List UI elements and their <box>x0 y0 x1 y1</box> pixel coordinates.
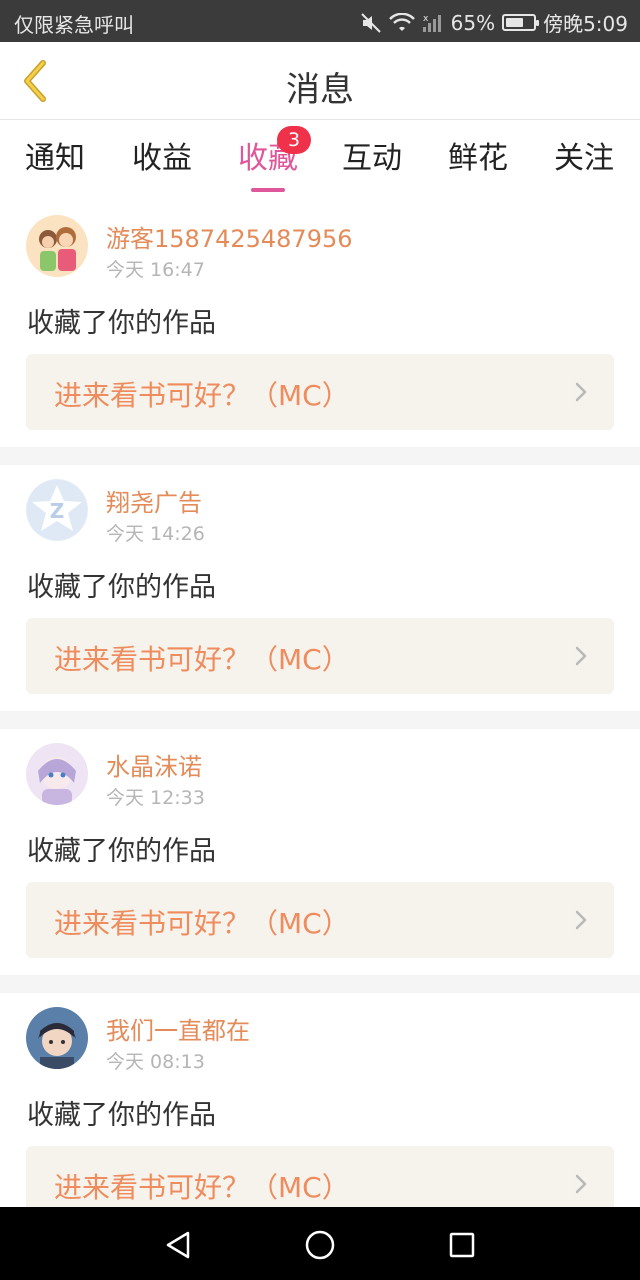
work-link[interactable]: 进来看书可好？（MC） <box>26 882 614 958</box>
tab-flowers[interactable]: 鲜花 <box>425 133 531 193</box>
system-nav-bar <box>0 1207 640 1280</box>
work-title: 进来看书可好？（MC） <box>54 907 350 940</box>
work-link[interactable]: 进来看书可好？（MC） <box>26 354 614 430</box>
tab-earnings[interactable]: 收益 <box>109 133 215 193</box>
timestamp: 今天 08:13 <box>106 1051 205 1073</box>
nav-home-button[interactable] <box>300 1225 340 1265</box>
mute-icon <box>360 12 382 34</box>
message-text: 收藏了你的作品 <box>27 572 216 603</box>
user-name[interactable]: 水晶沫诺 <box>106 747 202 782</box>
tab-label: 关注 <box>554 141 614 176</box>
work-title: 进来看书可好？（MC） <box>54 1171 350 1204</box>
list-item: 游客1587425487956 今天 16:47 收藏了你的作品 进来看书可好？… <box>0 201 640 447</box>
nav-recents-button[interactable] <box>442 1225 482 1265</box>
tab-favorites[interactable]: 收藏 3 <box>215 126 321 193</box>
chevron-right-icon <box>575 1174 587 1194</box>
home-circle-icon <box>305 1230 335 1260</box>
unread-badge: 3 <box>277 126 311 154</box>
tab-label: 鲜花 <box>448 141 508 176</box>
user-name[interactable]: 游客1587425487956 <box>106 219 353 254</box>
message-list[interactable]: 游客1587425487956 今天 16:47 收藏了你的作品 进来看书可好？… <box>0 201 640 1207</box>
nav-back-button[interactable] <box>158 1225 198 1265</box>
timestamp: 今天 16:47 <box>106 259 205 281</box>
avatar[interactable] <box>26 1007 88 1069</box>
tab-follow[interactable]: 关注 <box>531 133 637 193</box>
header: 消息 <box>0 42 640 120</box>
user-name[interactable]: 翔尧广告 <box>106 483 202 518</box>
tab-interaction[interactable]: 互动 <box>319 133 425 193</box>
message-text: 收藏了你的作品 <box>27 308 216 339</box>
user-name[interactable]: 我们一直都在 <box>106 1011 250 1046</box>
back-triangle-icon <box>166 1231 190 1259</box>
status-icons: x 65% 傍晚5:09 <box>360 8 628 37</box>
timestamp: 今天 14:26 <box>106 523 205 545</box>
battery-percent: 65% <box>450 10 496 35</box>
wifi-icon <box>388 12 415 33</box>
tab-notify[interactable]: 通知 <box>2 133 108 193</box>
signal-icon: x <box>422 13 444 33</box>
list-item: Z 翔尧广告 今天 14:26 收藏了你的作品 进来看书可好？（MC） <box>0 465 640 711</box>
work-link[interactable]: 进来看书可好？（MC） <box>26 1146 614 1207</box>
work-title: 进来看书可好？（MC） <box>54 379 350 412</box>
message-text: 收藏了你的作品 <box>27 836 216 867</box>
list-item: 我们一直都在 今天 08:13 收藏了你的作品 进来看书可好？（MC） <box>0 993 640 1207</box>
work-link[interactable]: 进来看书可好？（MC） <box>26 618 614 694</box>
recents-square-icon <box>449 1232 475 1258</box>
avatar[interactable] <box>26 215 88 277</box>
timestamp: 今天 12:33 <box>106 787 205 809</box>
tab-label: 收益 <box>132 141 192 176</box>
chevron-right-icon <box>575 910 587 930</box>
chevron-right-icon <box>575 646 587 666</box>
tab-label: 通知 <box>25 141 85 176</box>
status-bar: 仅限紧急呼叫 x 65% 傍晚5:09 <box>0 0 640 42</box>
battery-icon <box>502 14 540 31</box>
carrier-text: 仅限紧急呼叫 <box>14 13 134 37</box>
list-item: 水晶沫诺 今天 12:33 收藏了你的作品 进来看书可好？（MC） <box>0 729 640 975</box>
svg-text:Z: Z <box>50 499 65 523</box>
tab-label: 互动 <box>342 141 402 176</box>
chevron-right-icon <box>575 382 587 402</box>
active-tab-indicator <box>251 188 285 192</box>
tab-bar: 通知 收益 收藏 3 互动 鲜花 关注 <box>0 121 640 201</box>
avatar[interactable]: Z <box>26 479 88 541</box>
work-title: 进来看书可好？（MC） <box>54 643 350 676</box>
page-title: 消息 <box>286 70 354 110</box>
avatar[interactable] <box>26 743 88 805</box>
message-text: 收藏了你的作品 <box>27 1100 216 1131</box>
svg-text:x: x <box>423 14 429 24</box>
clock: 傍晚5:09 <box>543 12 628 36</box>
